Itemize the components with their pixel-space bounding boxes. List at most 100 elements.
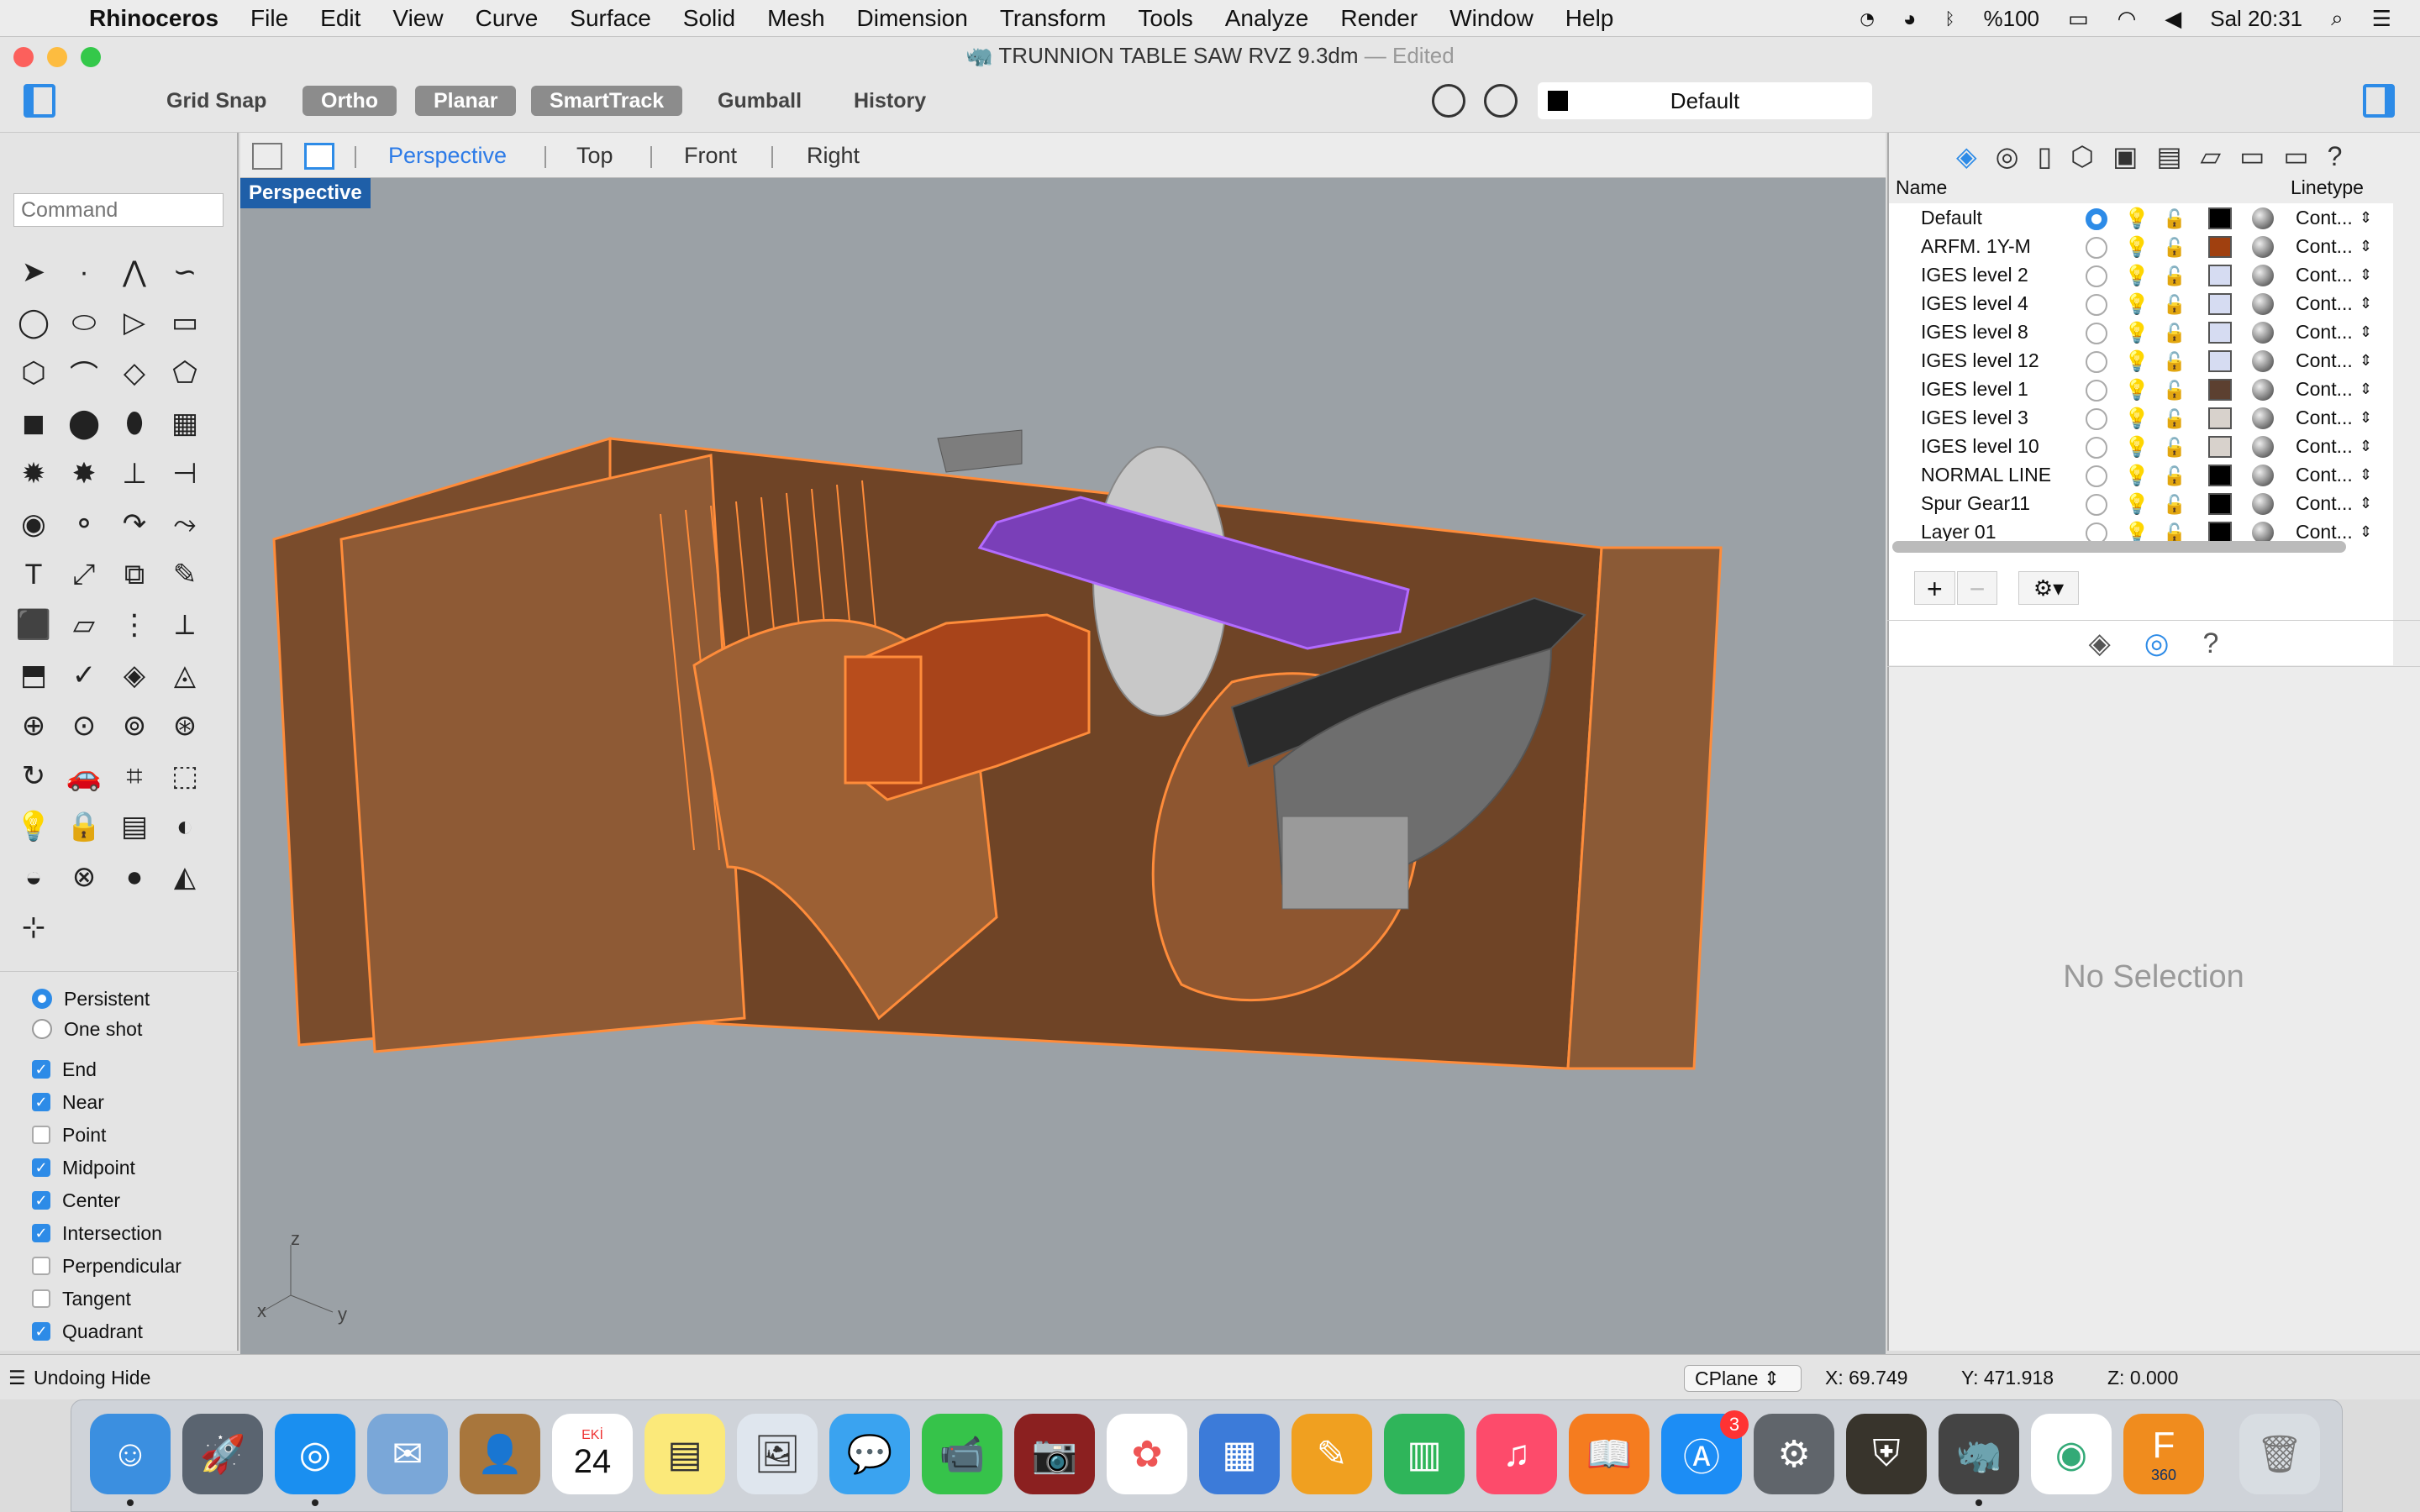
osnap-checkbox[interactable]: ✓	[32, 1158, 50, 1177]
render-sphere-icon[interactable]: ●	[109, 852, 160, 902]
target-icon[interactable]	[1484, 84, 1518, 118]
zoom-selected-icon[interactable]: ⊛	[160, 701, 210, 751]
layer-row[interactable]: IGES level 2 💡 🔓 Cont... ⇕	[1889, 260, 2393, 289]
minimize-window-button[interactable]	[47, 47, 67, 67]
box-icon[interactable]: ◼	[8, 398, 59, 449]
trash-icon[interactable]: 🗑	[2239, 1414, 2320, 1494]
light-bulb-icon[interactable]: 💡	[2124, 462, 2149, 491]
rectangle-icon[interactable]: ▭	[160, 297, 210, 348]
photos-icon[interactable]: ✿	[1107, 1414, 1187, 1494]
layer-linetype[interactable]: Cont...	[2296, 318, 2353, 346]
lock-icon[interactable]: 🔓	[2163, 376, 2186, 405]
osnap-option-perpendicular[interactable]: Perpendicular	[32, 1251, 182, 1281]
polygon-icon[interactable]: ▷	[109, 297, 160, 348]
menu-tools[interactable]: Tools	[1138, 5, 1192, 32]
offset-icon[interactable]: ⤳	[160, 499, 210, 549]
dimension-icon[interactable]: ⟂	[160, 600, 210, 650]
layer-color-swatch[interactable]	[2208, 236, 2232, 258]
layer-color-swatch[interactable]	[2208, 465, 2232, 486]
persistent-option[interactable]: Persistent	[32, 984, 150, 1014]
camera-icon[interactable]: ▣	[2112, 140, 2138, 172]
mesh-icon[interactable]: ▦	[160, 398, 210, 449]
layer-name[interactable]: Default	[1921, 203, 1982, 232]
linetype-stepper-icon[interactable]: ⇕	[2360, 432, 2372, 460]
lock-icon[interactable]: 🔒	[59, 801, 109, 852]
layer-linetype[interactable]: Cont...	[2296, 289, 2353, 318]
history-toggle[interactable]: History	[835, 86, 944, 116]
current-layer-radio[interactable]	[2086, 380, 2107, 402]
solid-edit-icon[interactable]: ⬛	[8, 600, 59, 650]
sphere-icon[interactable]: ◒	[8, 852, 59, 902]
osnap-checkbox[interactable]	[32, 1126, 50, 1144]
zoom-extents-icon[interactable]: ⊚	[109, 701, 160, 751]
menu-view[interactable]: View	[392, 5, 443, 32]
layer-name[interactable]: IGES level 10	[1921, 432, 2039, 460]
display-icon[interactable]: ▭	[2283, 140, 2308, 172]
linetype-stepper-icon[interactable]: ⇕	[2360, 460, 2372, 489]
current-layer-radio[interactable]	[2086, 408, 2107, 430]
material-icon[interactable]	[2252, 379, 2274, 401]
layer-color-swatch[interactable]	[2208, 207, 2232, 229]
four-viewports-icon[interactable]	[252, 143, 282, 170]
menu-file[interactable]: File	[250, 5, 288, 32]
spotlight-search-icon[interactable]: ⌕	[2331, 5, 2344, 32]
material-icon[interactable]	[2252, 265, 2274, 286]
menu-curve[interactable]: Curve	[476, 5, 539, 32]
system-preferences-icon[interactable]: ⚙	[1754, 1414, 1834, 1494]
osnap-option-point[interactable]: Point	[32, 1120, 106, 1150]
text-icon[interactable]: T	[8, 549, 59, 600]
tab-right[interactable]: Right	[807, 143, 860, 169]
layer-options-button[interactable]: ⚙▾	[2018, 571, 2079, 605]
menu-solid[interactable]: Solid	[683, 5, 735, 32]
fillet-icon[interactable]: ⌒	[59, 348, 109, 398]
analysis-icon[interactable]: ⌗	[109, 751, 160, 801]
layer-linetype[interactable]: Cont...	[2296, 403, 2353, 432]
facetime-icon[interactable]: 📹	[922, 1414, 1002, 1494]
one-shot-radio[interactable]	[32, 1019, 52, 1039]
linetype-stepper-icon[interactable]: ⇕	[2360, 346, 2372, 375]
osnap-option-intersection[interactable]: ✓ Intersection	[32, 1218, 162, 1248]
scale-icon[interactable]: ⤢	[59, 549, 109, 600]
layer-color-swatch[interactable]	[2208, 265, 2232, 286]
fusion-360-icon[interactable]: F 360	[2123, 1414, 2204, 1494]
layer-color-swatch[interactable]	[2208, 322, 2232, 344]
select-arrow-icon[interactable]: ➤	[8, 247, 59, 297]
persistent-radio[interactable]	[32, 989, 52, 1009]
lock-icon[interactable]: 🔓	[2163, 491, 2186, 519]
rotate-view-icon[interactable]: ↻	[8, 751, 59, 801]
current-layer-radio[interactable]	[2086, 465, 2107, 487]
osnap-checkbox[interactable]: ✓	[32, 1224, 50, 1242]
layer-row[interactable]: Default 💡 🔓 Cont... ⇕	[1889, 203, 2393, 232]
launchpad-icon[interactable]: 🚀	[182, 1414, 263, 1494]
object-props-icon[interactable]: ◎	[2144, 627, 2170, 660]
spotlight-icon[interactable]: ◭	[160, 852, 210, 902]
material-icon[interactable]	[2252, 407, 2274, 429]
osnap-option-midpoint[interactable]: ✓ Midpoint	[32, 1152, 135, 1183]
layer-linetype[interactable]: Cont...	[2296, 460, 2353, 489]
linetype-stepper-icon[interactable]: ⇕	[2360, 232, 2372, 260]
single-viewport-icon[interactable]	[304, 143, 334, 170]
grid-array-icon[interactable]: ⋮	[109, 600, 160, 650]
layer-color-swatch[interactable]	[2208, 436, 2232, 458]
osnap-checkbox[interactable]: ✓	[32, 1191, 50, 1210]
paint-bucket-icon[interactable]: ◬	[160, 650, 210, 701]
cplane-selector[interactable]: CPlane ⇕	[1684, 1365, 1802, 1392]
contacts-icon[interactable]: 👤	[460, 1414, 540, 1494]
osnap-checkbox[interactable]: ✓	[32, 1060, 50, 1079]
layers-icon[interactable]: ◈	[1956, 140, 1977, 172]
linetype-stepper-icon[interactable]: ⇕	[2360, 489, 2372, 517]
menu-surface[interactable]: Surface	[570, 5, 651, 32]
layer-row[interactable]: NORMAL LINE 💡 🔓 Cont... ⇕	[1889, 460, 2393, 489]
layer-name[interactable]: IGES level 12	[1921, 346, 2039, 375]
linetype-stepper-icon[interactable]: ⇕	[2360, 260, 2372, 289]
props-help-icon[interactable]: ?	[2202, 627, 2218, 660]
menu-app[interactable]: Rhinoceros	[89, 5, 218, 32]
osnap-option-near[interactable]: ✓ Near	[32, 1087, 104, 1117]
extrude-icon[interactable]: ⬒	[8, 650, 59, 701]
menu-help[interactable]: Help	[1565, 5, 1614, 32]
keynote-icon[interactable]: ▦	[1199, 1414, 1280, 1494]
gear-solid-icon[interactable]: ✹	[8, 449, 59, 499]
linetype-stepper-icon[interactable]: ⇕	[2360, 318, 2372, 346]
current-layer-radio[interactable]	[2086, 494, 2107, 516]
globe-mesh-icon[interactable]: ⊗	[59, 852, 109, 902]
